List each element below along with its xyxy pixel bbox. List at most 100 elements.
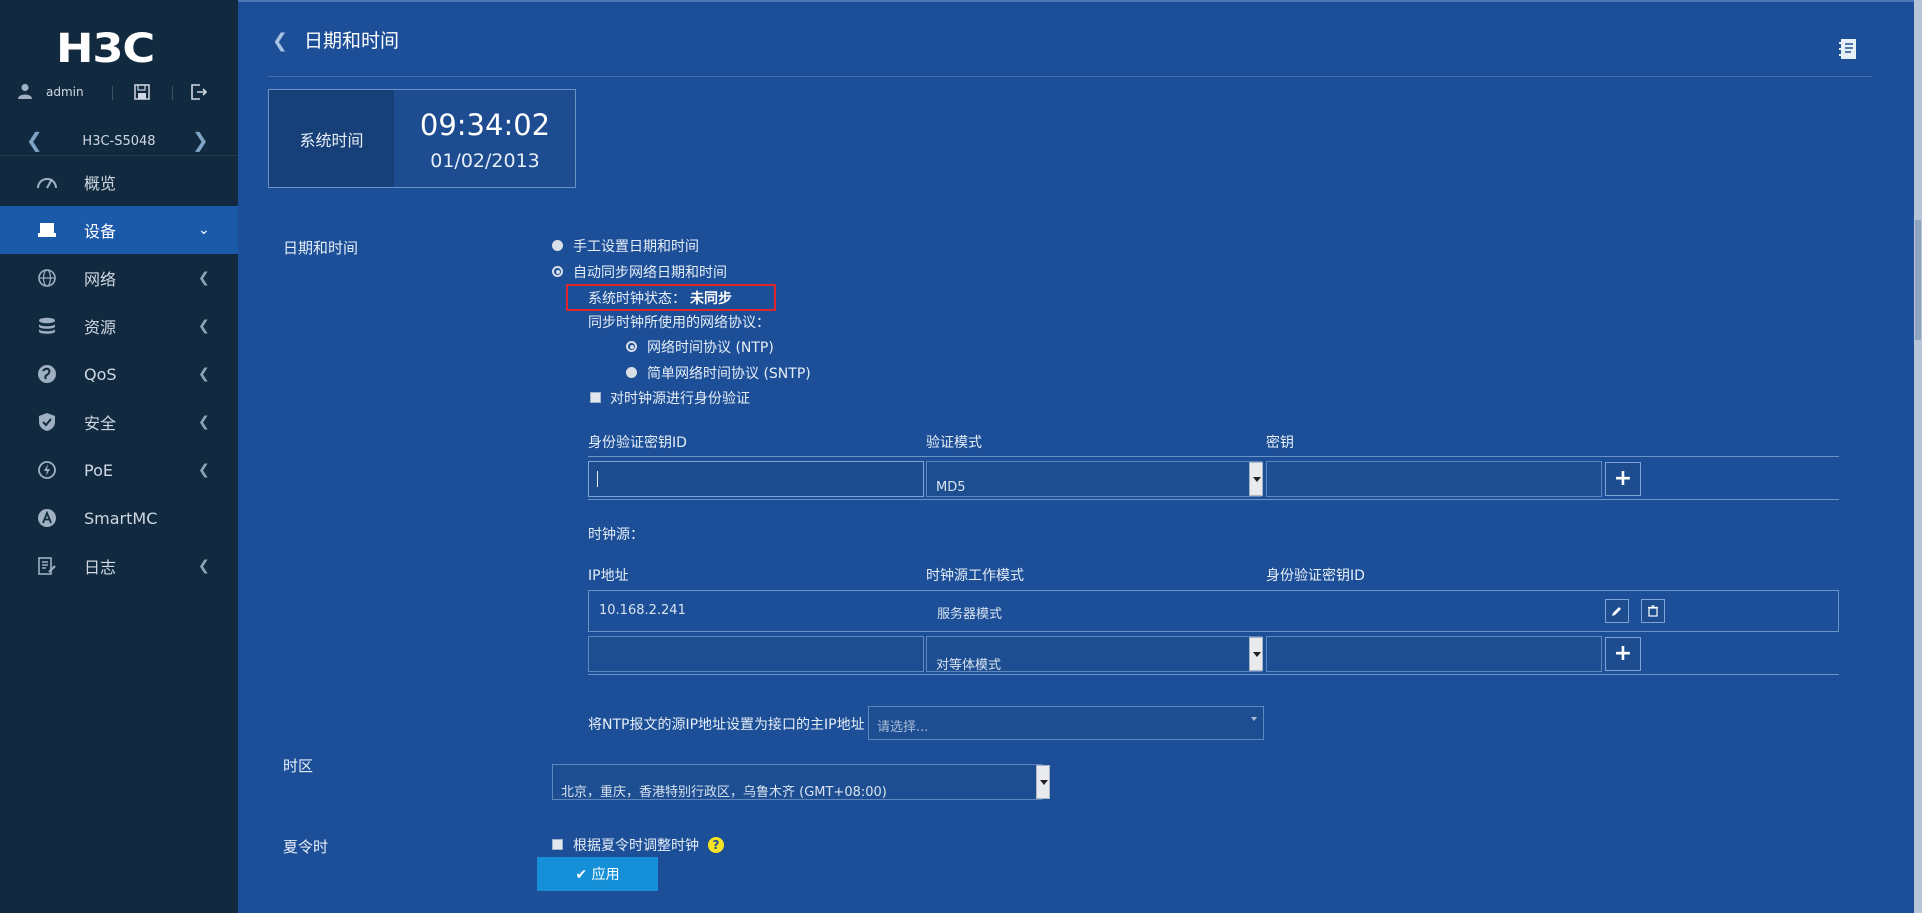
sidebar-item-label: SmartMC — [84, 508, 158, 528]
qos-icon — [36, 363, 58, 385]
page-scrollbar[interactable] — [1914, 0, 1922, 913]
new-source-mode-select[interactable]: 对等体模式 — [926, 636, 1262, 673]
sidebar-item-qos[interactable]: QoS ❮ — [0, 350, 238, 398]
ntp-radio[interactable] — [626, 341, 637, 352]
col-header-ip: IP地址 — [588, 568, 629, 584]
log-icon — [36, 555, 58, 577]
globe-icon — [36, 267, 58, 289]
manual-datetime-label: 手工设置日期和时间 — [573, 239, 699, 255]
row-mode: 服务器模式 — [937, 607, 1003, 622]
help-icon[interactable]: ? — [708, 837, 724, 853]
system-date: 01/02/2013 — [430, 150, 540, 172]
col-header-auth-mode: 验证模式 — [926, 435, 982, 451]
sidebar-item-network[interactable]: 网络 ❮ — [0, 254, 238, 302]
timezone-dropdown-icon[interactable] — [1036, 765, 1050, 799]
chevron-down-icon — [1251, 717, 1257, 721]
chevron-left-icon: ❮ — [198, 270, 210, 286]
datetime-section-label: 日期和时间 — [283, 239, 359, 257]
sidebar-item-device[interactable]: 设备 ⌄ — [0, 206, 238, 254]
auto-datetime-label: 自动同步网络日期和时间 — [573, 265, 727, 281]
col-header-key-id: 身份验证密钥ID — [588, 435, 687, 451]
device-switcher: ❮ H3C-S5048 ❯ — [0, 126, 238, 156]
poe-icon — [36, 459, 58, 481]
new-source-mode-value: 对等体模式 — [936, 658, 1002, 673]
sidebar-item-smartmc[interactable]: SmartMC — [0, 494, 238, 542]
timezone-value: 北京，重庆，香港特别行政区，乌鲁木齐 (GMT+08:00) — [561, 785, 887, 800]
col-header-key: 密钥 — [1266, 435, 1294, 451]
auto-datetime-radio[interactable] — [552, 266, 563, 277]
timezone-label: 时区 — [283, 757, 314, 775]
sidebar-item-label: 概览 — [84, 174, 117, 193]
sidebar-item-label: 资源 — [84, 318, 117, 337]
shield-icon — [36, 411, 58, 433]
save-icon[interactable] — [134, 84, 150, 103]
protocol-label: 同步时钟所使用的网络协议： — [588, 315, 770, 331]
sidebar-item-label: 设备 — [84, 222, 117, 241]
ntp-source-select[interactable]: 请选择... — [868, 706, 1264, 740]
col-header-source-key-id: 身份验证密钥ID — [1266, 568, 1365, 584]
chevron-left-icon: ❮ — [198, 366, 210, 382]
logout-icon[interactable] — [190, 84, 208, 103]
auth-mode-value: MD5 — [936, 480, 966, 495]
next-device-icon[interactable]: ❯ — [192, 128, 209, 152]
new-source-key-id-input[interactable] — [1266, 636, 1602, 672]
dashboard-icon — [36, 171, 58, 193]
sidebar-item-label: QoS — [84, 364, 117, 384]
auth-mode-dropdown-icon[interactable] — [1249, 462, 1263, 496]
chevron-left-icon: ❮ — [198, 462, 210, 478]
delete-row-button[interactable] — [1641, 599, 1665, 623]
system-clock: 系统时间 09:34:02 01/02/2013 — [268, 89, 576, 188]
clock-status-prefix: 系统时钟状态： — [588, 291, 686, 307]
row-ip: 10.168.2.241 — [599, 603, 686, 618]
user-icon — [18, 83, 32, 102]
apply-button[interactable]: ✔ 应用 — [537, 857, 658, 891]
manual-datetime-radio[interactable] — [552, 240, 563, 251]
sidebar-item-label: 网络 — [84, 270, 117, 289]
chevron-left-icon: ❮ — [198, 558, 210, 574]
page-title: 日期和时间 — [303, 30, 399, 52]
username: admin — [46, 85, 84, 99]
sidebar: H3C admin ❮ H3C-S5048 ❯ 概览 设备 ⌄ 网络 ❮ 资源 … — [0, 0, 238, 913]
sidebar-menu: 概览 设备 ⌄ 网络 ❮ 资源 ❮ QoS ❮ 安全 ❮ PoE ❮ Smart… — [0, 158, 238, 590]
sntp-label: 简单网络时间协议 (SNTP) — [647, 366, 811, 382]
auth-checkbox[interactable] — [590, 392, 601, 403]
add-clock-source-button[interactable]: + — [1605, 637, 1641, 671]
sidebar-item-label: 日志 — [84, 558, 117, 577]
auth-checkbox-label: 对时钟源进行身份验证 — [610, 391, 750, 407]
dst-label: 夏令时 — [283, 838, 329, 856]
key-id-input[interactable] — [588, 461, 924, 497]
help-book-icon[interactable] — [1838, 38, 1858, 64]
sidebar-item-security[interactable]: 安全 ❮ — [0, 398, 238, 446]
clock-source-label: 时钟源： — [588, 527, 644, 543]
trash-icon — [1648, 605, 1658, 617]
dst-checkbox-label: 根据夏令时调整时钟 — [573, 838, 699, 854]
sidebar-item-log[interactable]: 日志 ❮ — [0, 542, 238, 590]
new-source-ip-input[interactable] — [588, 636, 924, 672]
sidebar-item-label: 安全 — [84, 414, 117, 433]
clock-status-value: 未同步 — [690, 291, 732, 307]
auth-mode-select[interactable]: MD5 — [926, 461, 1262, 497]
source-mode-dropdown-icon[interactable] — [1249, 637, 1263, 671]
ntp-label: 网络时间协议 (NTP) — [647, 340, 774, 356]
sidebar-item-resources[interactable]: 资源 ❮ — [0, 302, 238, 350]
system-time: 09:34:02 — [419, 108, 551, 142]
back-icon[interactable]: ❮ — [272, 30, 288, 52]
edit-row-button[interactable] — [1605, 599, 1629, 623]
sidebar-item-poe[interactable]: PoE ❮ — [0, 446, 238, 494]
add-auth-key-button[interactable]: + — [1605, 462, 1641, 496]
chevron-left-icon: ❮ — [198, 318, 210, 334]
timezone-select[interactable]: 北京，重庆，香港特别行政区，乌鲁木齐 (GMT+08:00) — [552, 764, 1042, 800]
ntp-source-label: 将NTP报文的源IP地址设置为接口的主IP地址 — [588, 717, 865, 733]
ntp-source-placeholder: 请选择... — [877, 720, 929, 735]
table-row: 10.168.2.241 服务器模式 — [588, 590, 1839, 632]
sidebar-item-overview[interactable]: 概览 — [0, 158, 238, 206]
key-input[interactable] — [1266, 461, 1602, 497]
database-icon — [36, 315, 58, 337]
sntp-radio[interactable] — [626, 367, 637, 378]
pencil-icon — [1612, 607, 1621, 616]
main-content: ❮ 日期和时间 系统时间 09:34:02 01/02/2013 日期和时间 手… — [238, 0, 1922, 913]
device-icon — [36, 219, 58, 241]
sidebar-item-label: PoE — [84, 460, 113, 480]
smartmc-icon — [36, 507, 58, 529]
dst-checkbox[interactable] — [552, 839, 563, 850]
